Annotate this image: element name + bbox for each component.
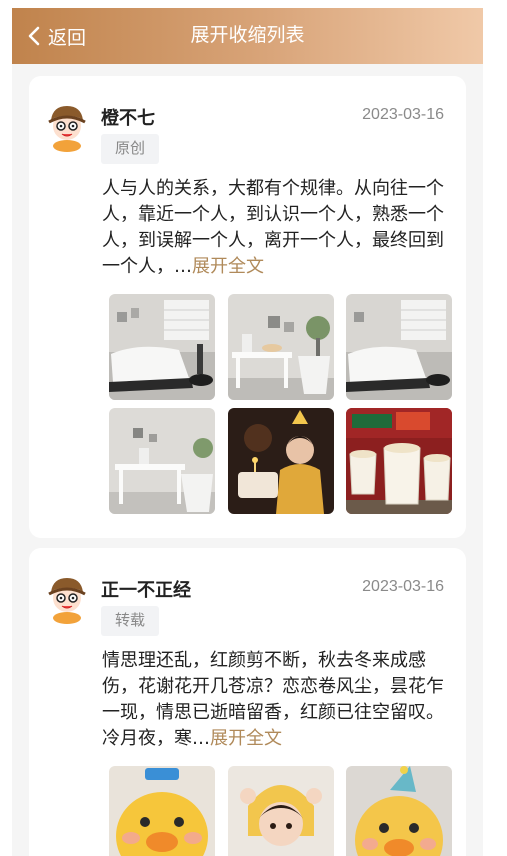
photo-thumbnail[interactable] [109,294,215,400]
author-name: 正一不正经 [101,580,191,600]
post-date: 2023-03-16 [362,106,444,123]
avatar[interactable] [45,574,89,624]
photo-thumbnail[interactable] [228,766,334,856]
expand-link[interactable]: 展开全文 [192,256,264,277]
post-text: 人与人的关系，大都有个规律。从向往一个人，靠近一个人，到认识一个人，熟悉一个人，… [102,178,444,277]
photo-thumbnail[interactable] [109,766,215,856]
photo-thumbnail[interactable] [346,766,452,856]
photo-thumbnail[interactable] [346,294,452,400]
photo-thumbnail[interactable] [109,408,215,514]
nav-bar: 返回 展开收缩列表 [12,8,483,64]
photo-thumbnail[interactable] [228,408,334,514]
photo-thumbnail[interactable] [228,294,334,400]
post-tag: 原创 [101,134,160,164]
phone-screen: 返回 展开收缩列表 橙不七 2023-03-16 原创 人与人的关系，大都有个规… [12,8,483,856]
post-date: 2023-03-16 [362,578,444,595]
expand-link[interactable]: 展开全文 [210,728,282,749]
post-card: 正一不正经 2023-03-16 转载 情思理还乱，红颜剪不断，秋去冬来成感伤，… [29,548,466,856]
post-content: 情思理还乱，红颜剪不断，秋去冬来成感伤，花谢花开几苍凉？恋恋卷风尘，昙花乍一现，… [102,648,452,752]
post-content: 人与人的关系，大都有个规律。从向往一个人，靠近一个人，到认识一个人，熟悉一个人，… [102,176,452,280]
post-tag: 转载 [101,606,160,636]
post-card: 橙不七 2023-03-16 原创 人与人的关系，大都有个规律。从向往一个人，靠… [29,76,466,538]
avatar[interactable] [45,102,89,152]
page-title: 展开收缩列表 [190,25,305,46]
photo-thumbnail[interactable] [346,408,452,514]
author-name: 橙不七 [101,108,155,128]
